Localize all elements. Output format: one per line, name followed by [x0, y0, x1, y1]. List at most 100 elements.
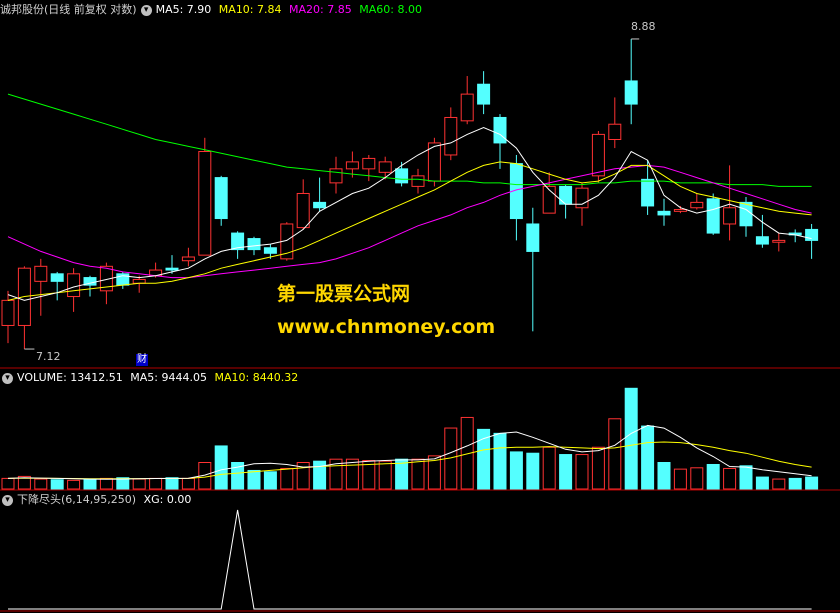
candle-body — [214, 177, 228, 220]
candle-body — [673, 209, 687, 212]
volume-bar — [411, 458, 425, 490]
candle-body — [559, 185, 573, 205]
volume-bar — [280, 467, 294, 490]
indicator-settings-icon[interactable]: ▾ — [2, 494, 13, 506]
volume-bar — [608, 418, 622, 490]
chart-canvas[interactable] — [0, 0, 840, 613]
volume-bar — [739, 465, 753, 490]
candle-body — [263, 247, 277, 254]
candle-body — [50, 273, 64, 282]
low-price-label: 7.12 — [36, 350, 61, 363]
candle-body — [1, 299, 15, 326]
candle-body — [67, 273, 81, 298]
vol-ma5-label: MA5: 9444.05 — [130, 371, 207, 384]
candle-body — [493, 116, 507, 144]
volume-bar — [542, 446, 556, 490]
volume-bar — [181, 477, 195, 490]
candle-body — [247, 238, 261, 251]
volume-bar — [526, 452, 540, 490]
volume-bar — [50, 479, 64, 490]
volume-bar — [34, 478, 48, 490]
ma10-label: MA10: 7.84 — [218, 3, 282, 16]
volume-bar — [99, 477, 113, 490]
volume-bar — [657, 462, 671, 490]
candle-body — [395, 168, 409, 184]
candle-body — [378, 161, 392, 173]
volume-bar — [67, 479, 81, 490]
candle-body — [329, 168, 343, 184]
candle-body — [526, 223, 540, 252]
price-header: 诚邦股份(日线 前复权 对数) ▾ MA5: 7.90 MA10: 7.84 MA2… — [0, 2, 426, 18]
volume-bar — [214, 445, 228, 490]
ma20-label: MA20: 7.85 — [289, 3, 352, 16]
volume-bar — [673, 468, 687, 490]
ma60-line — [7, 93, 812, 187]
candle-body — [706, 198, 720, 234]
volume-bar — [132, 478, 146, 490]
ma20-line — [7, 164, 812, 279]
volume-bar — [345, 458, 359, 490]
candle-body — [755, 236, 769, 245]
candle-body — [313, 201, 327, 209]
candle-body — [444, 116, 458, 156]
candle-body — [477, 83, 491, 105]
candle-body — [608, 123, 622, 141]
candle-body — [772, 239, 786, 243]
volume-bar — [247, 469, 261, 490]
indicator-title: 下降尽头(6,14,95,250) — [17, 493, 137, 506]
stock-chart-window: 诚邦股份(日线 前复权 对数) ▾ MA5: 7.90 MA10: 7.84 MA2… — [0, 0, 840, 613]
volume-title: VOLUME: 13412.51 — [17, 371, 123, 384]
candle-body — [165, 267, 179, 271]
candle-body — [575, 187, 589, 209]
volume-bar — [641, 425, 655, 490]
volume-bar — [706, 463, 720, 490]
volume-bar — [755, 476, 769, 490]
candle-body — [739, 201, 753, 227]
candle-body — [723, 207, 737, 225]
volume-bar — [83, 478, 97, 490]
volume-bar — [591, 446, 605, 490]
volume-bar — [493, 432, 507, 490]
candle-body — [805, 228, 819, 241]
candle-body — [345, 161, 359, 170]
volume-bar — [1, 477, 15, 490]
price-settings-icon[interactable]: ▾ — [140, 4, 152, 16]
volume-bar — [378, 460, 392, 490]
volume-bar — [263, 471, 277, 490]
candle-body — [641, 178, 655, 207]
volume-bar — [772, 478, 786, 490]
candle-body — [657, 210, 671, 216]
vol-ma10-label: MA10: 8440.32 — [214, 371, 299, 384]
candle-body — [411, 175, 425, 187]
candle-body — [181, 256, 195, 262]
candle-body — [362, 157, 376, 170]
volume-bar — [723, 467, 737, 490]
price-title[interactable]: 诚邦股份(日线 前复权 对数) — [0, 3, 137, 16]
watermark-title: 第一股票公式网 — [277, 283, 411, 305]
xg-label: XG: 0.00 — [143, 493, 192, 506]
volume-bar — [165, 477, 179, 490]
watermark-url: www.chnmoney.com — [277, 316, 496, 338]
volume-bar — [788, 477, 802, 490]
volume-bar — [624, 387, 638, 490]
candle-body — [296, 192, 310, 229]
candle-body — [198, 151, 212, 256]
volume-bar — [575, 454, 589, 490]
volume-bar — [805, 476, 819, 490]
xg-signal-line — [8, 509, 812, 610]
candle-body — [34, 265, 48, 282]
volume-bar — [559, 454, 573, 490]
volume-settings-icon[interactable]: ▾ — [2, 372, 13, 384]
finance-marker[interactable]: 财 — [136, 354, 148, 366]
volume-bar — [149, 477, 163, 490]
volume-bar — [509, 451, 523, 490]
volume-header: ▾ VOLUME: 13412.51 MA5: 9444.05 MA10: 844… — [2, 370, 302, 386]
candle-body — [460, 93, 474, 122]
candle-body — [132, 278, 146, 284]
candle-body — [591, 133, 605, 177]
ma5-label: MA5: 7.90 — [155, 3, 212, 16]
indicator-header: ▾ 下降尽头(6,14,95,250) XG: 0.00 — [2, 492, 195, 508]
volume-bar — [690, 467, 704, 490]
candle-body — [690, 201, 704, 209]
candle-body — [624, 80, 638, 105]
